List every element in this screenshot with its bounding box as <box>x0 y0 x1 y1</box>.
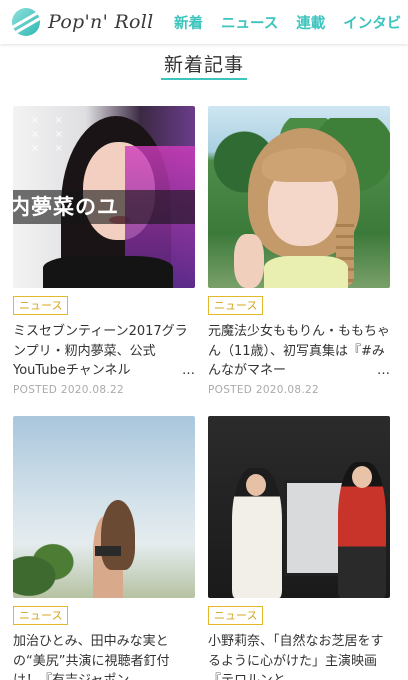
section-underline <box>161 78 247 80</box>
title-ellipsis: … <box>373 360 390 380</box>
article-title[interactable]: 小野莉奈、「自然なお芝居をするように心がけた」主演映画『テロルンと <box>208 632 390 680</box>
article-card[interactable]: ニュース 小野莉奈、「自然なお芝居をするように心がけた」主演映画『テロルンと <box>208 416 390 680</box>
article-title[interactable]: 元魔法少女ももりん・ももちゃん（11歳）、初写真集は『#みんながマネー … <box>208 322 390 380</box>
article-thumbnail[interactable] <box>208 106 390 288</box>
nav-item-news[interactable]: ニュース <box>221 12 278 33</box>
article-card[interactable]: ニュース 加治ひとみ、田中みな実との“美尻”共演に視聴者釘付け！『有吉ジャポン <box>13 416 195 680</box>
title-ellipsis: … <box>178 360 195 380</box>
article-title[interactable]: ミスセブンティーン2017グランプリ・籾内夢菜、公式YouTubeチャンネル … <box>13 322 195 380</box>
article-title[interactable]: 加治ひとみ、田中みな実との“美尻”共演に視聴者釘付け！『有吉ジャポン <box>13 632 195 680</box>
section-heading: 新着記事 <box>0 50 408 81</box>
category-badge[interactable]: ニュース <box>13 296 69 315</box>
article-thumbnail[interactable] <box>13 416 195 598</box>
nav-item-interview[interactable]: インタビ <box>343 12 401 33</box>
nav-item-new[interactable]: 新着 <box>174 12 203 33</box>
site-header: Pop'n' Roll 新着 ニュース 連載 インタビ <box>0 0 408 44</box>
logo-text: Pop'n' Roll <box>48 11 154 33</box>
article-card[interactable]: × × × × × × 内夢菜のユ ニュース ミスセブンティーン2017グランプリ・… <box>13 106 195 396</box>
nav-item-series[interactable]: 連載 <box>296 12 325 33</box>
category-badge[interactable]: ニュース <box>208 606 264 625</box>
category-badge[interactable]: ニュース <box>208 296 264 315</box>
main-nav: 新着 ニュース 連載 インタビ <box>174 0 408 44</box>
logo-mark-icon <box>12 8 40 36</box>
article-card[interactable]: ニュース 元魔法少女ももりん・ももちゃん（11歳）、初写真集は『#みんながマネー… <box>208 106 390 396</box>
section-title: 新着記事 <box>163 54 244 76</box>
article-thumbnail[interactable] <box>208 416 390 598</box>
posted-date: POSTED 2020.08.22 <box>208 384 319 396</box>
category-badge[interactable]: ニュース <box>13 606 69 625</box>
site-logo[interactable]: Pop'n' Roll <box>12 6 154 38</box>
article-thumbnail[interactable]: × × × × × × 内夢菜のユ <box>13 106 195 288</box>
thumbnail-caption: 内夢菜のユ <box>13 190 195 224</box>
posted-date: POSTED 2020.08.22 <box>13 384 124 396</box>
